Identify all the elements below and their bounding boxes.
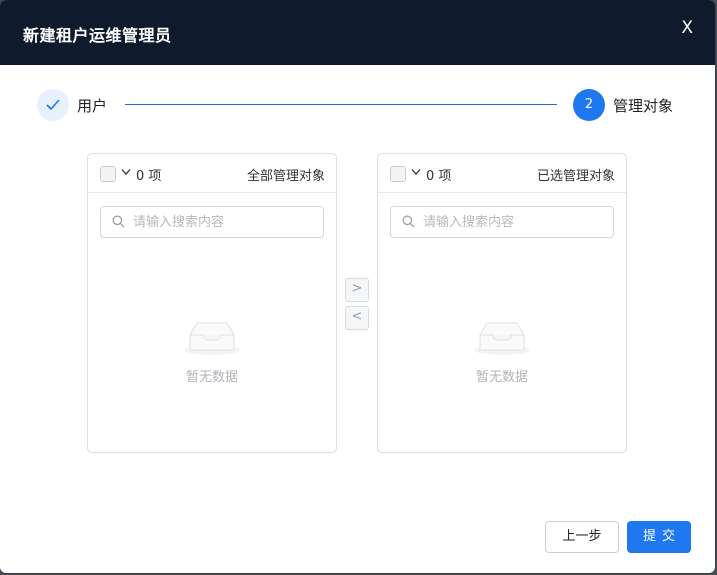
- select-all-checkbox[interactable]: [390, 166, 406, 182]
- move-right-button[interactable]: >: [345, 278, 369, 302]
- dialog-title: 新建租户运维管理员: [23, 26, 172, 45]
- panel-header: 0 项 已选管理对象: [378, 154, 626, 193]
- step-2-label: 管理对象: [613, 97, 674, 115]
- step-2-indicator: 2: [573, 89, 605, 121]
- step-1-indicator: [37, 89, 69, 121]
- empty-text: 暂无数据: [185, 370, 238, 385]
- previous-step-button[interactable]: 上一步: [545, 521, 619, 553]
- chevron-down-icon[interactable]: [121, 168, 131, 176]
- submit-button[interactable]: 提交: [627, 521, 691, 553]
- search-box: [100, 206, 324, 238]
- item-count: 0 项: [136, 169, 162, 184]
- move-left-button[interactable]: <: [345, 306, 369, 330]
- step-connector: [125, 104, 557, 105]
- item-count: 0 项: [426, 169, 452, 184]
- transfer-target-panel: 0 项 已选管理对象 暂无数据: [377, 153, 627, 453]
- chevron-down-icon[interactable]: [411, 168, 421, 176]
- empty-inbox-icon: [184, 322, 240, 355]
- search-icon: [402, 215, 415, 228]
- search-input[interactable]: [421, 212, 610, 232]
- search-box: [390, 206, 614, 238]
- dialog: 新建租户运维管理员 X 用户 2 管理对象 0 项 全部管理对象 请输入搜索内容…: [0, 0, 715, 573]
- panel-header: 0 项 全部管理对象: [88, 154, 336, 193]
- empty-text: 暂无数据: [475, 370, 528, 385]
- search-icon: [112, 215, 125, 228]
- empty-inbox-icon: [474, 322, 530, 355]
- close-button[interactable]: X: [681, 18, 693, 38]
- search-input[interactable]: [131, 212, 320, 232]
- check-icon: [46, 99, 60, 111]
- select-all-checkbox[interactable]: [100, 166, 116, 182]
- step-1-label: 用户: [77, 97, 108, 115]
- transfer-source-panel: 0 项 全部管理对象 暂无数据: [87, 153, 337, 453]
- panel-title: 已选管理对象: [536, 169, 615, 184]
- panel-title: 全部管理对象: [246, 169, 325, 184]
- dialog-header: 新建租户运维管理员 X: [0, 0, 715, 65]
